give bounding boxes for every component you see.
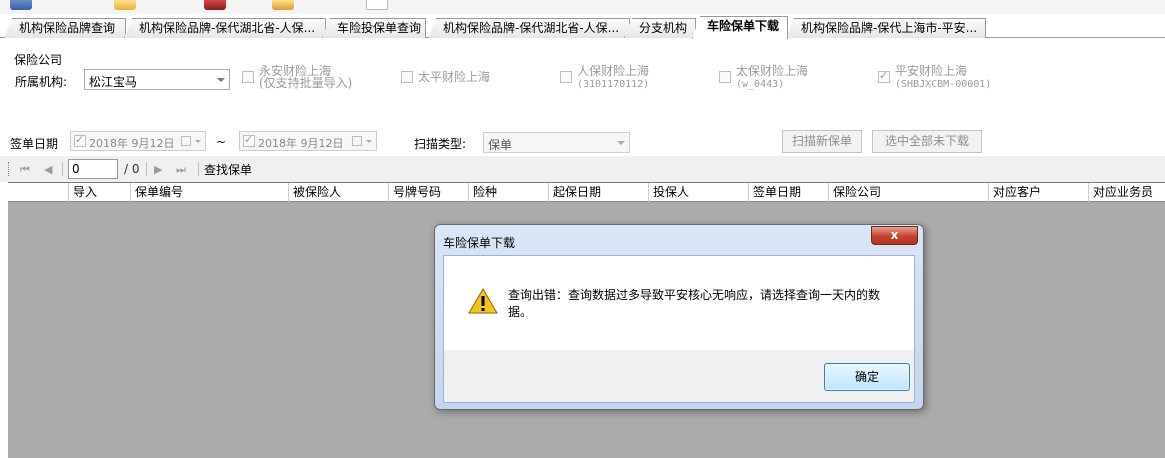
column-policy-number[interactable]: 保单编号 (130, 183, 288, 202)
navigator-separator (146, 162, 147, 176)
column-salesperson[interactable]: 对应业务员 (1088, 183, 1165, 202)
page-total: / 0 (124, 162, 140, 176)
dialog-message-area: 查询出错：查询数据过多导致平安核心无响应，请选择查询一天内的数据。 (444, 256, 914, 350)
warning-icon (468, 288, 498, 314)
previous-page-icon[interactable]: ◀ (44, 163, 52, 176)
scan-type-select[interactable]: 保单 (483, 132, 630, 153)
last-page-icon[interactable]: ⏭ (176, 163, 186, 177)
grid-row-selector-header (8, 183, 68, 202)
tab-policy-download[interactable]: 车险保单下载 (692, 16, 788, 39)
insurer-group-label: 保险公司 (14, 53, 63, 67)
org-label: 所属机构: (15, 75, 68, 89)
column-sign-date[interactable]: 签单日期 (748, 183, 828, 202)
date-to-value: 2018年 9月12日 (258, 137, 344, 150)
chevron-down-icon (217, 78, 225, 82)
chevron-down-icon (617, 141, 625, 145)
dialog-message: 查询出错：查询数据过多导致平安核心无响应，请选择查询一天内的数据。 (508, 288, 881, 319)
page-number-input[interactable]: 0 (68, 159, 118, 179)
chevron-down-icon (366, 140, 372, 143)
error-dialog: 车险保单下载 x 查询出错：查询数据过多导致平安核心无响应，请选择查询一天内的数… (434, 224, 924, 410)
dialog-body: 查询出错：查询数据过多导致平安核心无响应，请选择查询一天内的数据。 确定 (443, 255, 915, 403)
scan-type-value: 保单 (488, 138, 513, 152)
insurer-label-taibao: 太保财险上海 (w_0443) (736, 64, 809, 90)
chevron-down-icon (195, 140, 201, 143)
insurer-label-taiping: 太平财险上海 (418, 70, 491, 84)
scan-new-button[interactable]: 扫描新保单 (782, 130, 862, 153)
toolbar-grip (8, 162, 10, 176)
edit-icon[interactable] (114, 0, 136, 10)
column-start-date[interactable]: 起保日期 (548, 183, 648, 202)
insurer-checkbox-taiping[interactable] (401, 71, 413, 83)
tab-strip: 机构保险品牌查询 机构保险品牌-保代湖北省-人保... 车险投保单查询 机构保险… (0, 16, 1165, 39)
org-select[interactable]: 松江宝马 (84, 69, 230, 90)
column-policyholder[interactable]: 投保人 (648, 183, 748, 202)
record-navigator: ⏮ ◀ 0 / 0 ▶ ⏭ 查找保单 (0, 156, 1165, 182)
date-from-value: 2018年 9月12日 (89, 137, 175, 150)
scan-type-label: 扫描类型: (414, 137, 467, 151)
sign-date-label: 签单日期 (10, 137, 59, 151)
navigator-separator (198, 162, 199, 176)
column-insurer[interactable]: 保险公司 (828, 183, 988, 202)
column-plate-number[interactable]: 号牌号码 (388, 183, 468, 202)
calendar-icon (352, 136, 362, 146)
tab-brand-hubei-1[interactable]: 机构保险品牌-保代湖北省-人保... (124, 18, 326, 38)
document-icon[interactable] (366, 0, 388, 10)
calendar-icon (181, 136, 191, 146)
org-select-value: 松江宝马 (89, 75, 138, 89)
column-import[interactable]: 导入 (68, 183, 130, 202)
tab-branch[interactable]: 分支机构 (624, 18, 696, 38)
ok-button[interactable]: 确定 (824, 363, 910, 391)
next-page-icon[interactable]: ▶ (154, 163, 162, 176)
date-from-checkbox[interactable] (74, 133, 86, 147)
first-page-icon[interactable]: ⏮ (20, 163, 30, 177)
tab-brand-query[interactable]: 机构保险品牌查询 (4, 18, 126, 38)
close-button[interactable]: x (871, 226, 918, 245)
navigator-separator (62, 162, 63, 176)
select-all-undownloaded-button[interactable]: 选中全部未下载 (872, 130, 982, 153)
tab-brand-shanghai[interactable]: 机构保险品牌-保代上海市-平安... (786, 18, 986, 38)
date-from-picker[interactable]: 2018年 9月12日 (70, 131, 206, 151)
column-customer[interactable]: 对应客户 (988, 183, 1088, 202)
insurer-label-yongan: 永安财险上海 (仅支持批量导入) (259, 64, 353, 90)
insurer-label-pingan: 平安财险上海 (SHBJXCBM-00001) (895, 64, 992, 90)
delete-icon[interactable] (204, 0, 226, 10)
date-to-picker[interactable]: 2018年 9月12日 (239, 131, 377, 151)
grid-icon[interactable] (10, 0, 32, 10)
dialog-title: 车险保单下载 (443, 236, 516, 250)
date-to-checkbox[interactable] (243, 133, 255, 147)
insurer-checkbox-taibao[interactable] (719, 71, 731, 83)
column-coverage[interactable]: 险种 (468, 183, 548, 202)
write-icon[interactable] (272, 0, 294, 10)
tab-brand-hubei-2[interactable]: 机构保险品牌-保代湖北省-人保... (428, 18, 630, 38)
grid-gutter (0, 182, 8, 458)
date-range-separator: ~ (216, 135, 227, 149)
find-policy-button[interactable]: 查找保单 (204, 161, 252, 178)
grid-header: 导入 保单编号 被保险人 号牌号码 险种 起保日期 投保人 签单日期 保险公司 … (8, 183, 1165, 202)
insurer-checkbox-yongan[interactable] (242, 71, 254, 83)
insurer-label-renbao: 人保财险上海 (3101170112) (577, 64, 650, 90)
column-insured[interactable]: 被保险人 (288, 183, 388, 202)
tab-proposal-query[interactable]: 车险投保单查询 (322, 18, 426, 38)
toolbar (0, 0, 1165, 14)
insurer-checkbox-renbao[interactable] (560, 71, 572, 83)
insurer-checkbox-pingan[interactable] (878, 69, 890, 83)
